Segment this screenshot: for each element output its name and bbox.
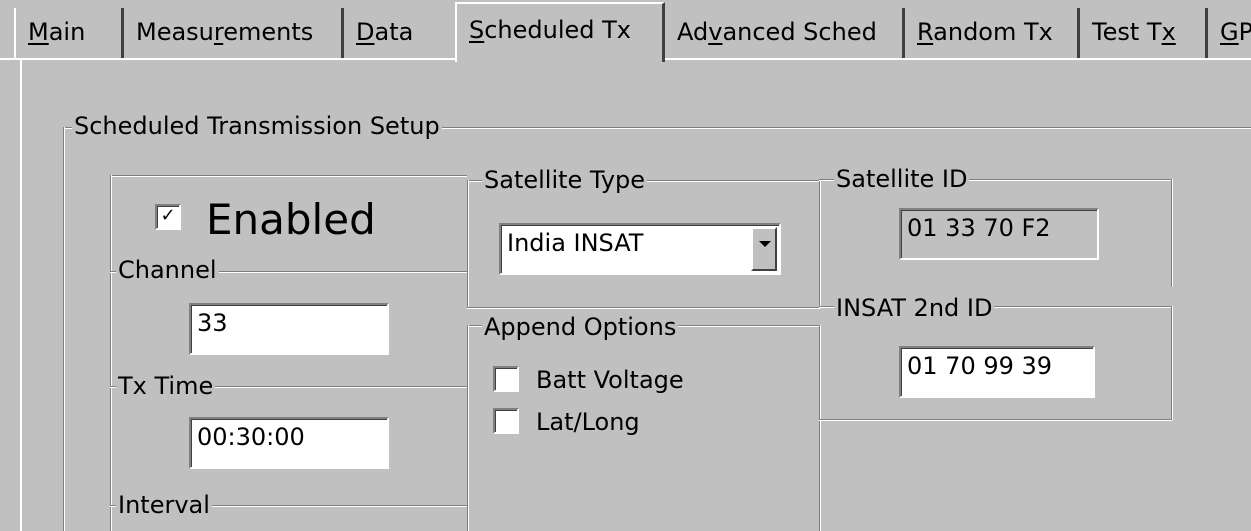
append-options-title: Append Options (482, 313, 679, 341)
tx-time-input[interactable]: 00:30:00 (189, 417, 389, 469)
insat-group-right (1171, 306, 1172, 420)
tab-baseline (0, 58, 460, 60)
channel-title: Channel (116, 256, 219, 284)
page-edge (20, 60, 22, 531)
tab-scheduled-tx[interactable]: Scheduled Tx (455, 2, 665, 62)
enabled-label: Enabled (206, 195, 376, 244)
insat-2nd-id-title: INSAT 2nd ID (834, 294, 995, 322)
tab-advanced-sched[interactable]: Advanced Sched (665, 8, 905, 58)
enabled-checkbox[interactable]: ✓ (155, 204, 181, 230)
sat-type-title: Satellite Type (482, 166, 648, 194)
channel-input[interactable]: 33 (189, 303, 389, 355)
satellite-id-field: 01 33 70 F2 (899, 208, 1099, 260)
tx-time-title: Tx Time (116, 372, 216, 400)
sat-type-group-left (467, 180, 468, 308)
insat-2nd-id-input[interactable]: 01 70 99 39 (899, 346, 1095, 398)
insat-group-bottom (819, 419, 1172, 420)
setup-group-title: Scheduled Transmission Setup (72, 112, 442, 140)
batt-voltage-label: Batt Voltage (536, 366, 684, 394)
sat-type-group-bottom (467, 307, 820, 308)
tab-gps[interactable]: GP (1208, 8, 1251, 58)
left-box-left (110, 175, 111, 531)
setup-group-left (63, 127, 64, 531)
tab-main[interactable]: Main (14, 8, 124, 58)
tab-random-tx[interactable]: Random Tx (905, 8, 1080, 58)
tab-test-tx[interactable]: Test Tx (1080, 8, 1208, 58)
chevron-down-icon[interactable] (751, 227, 777, 271)
tab-bar: Main Measurements Data Scheduled Tx Adva… (0, 0, 1251, 62)
sat-id-group-right (1171, 179, 1172, 287)
lat-long-checkbox[interactable] (493, 408, 519, 434)
tab-measurements[interactable]: Measurements (124, 8, 344, 58)
lat-long-label: Lat/Long (536, 408, 640, 436)
tab-data[interactable]: Data (344, 8, 460, 58)
satellite-type-select[interactable]: India INSAT (499, 223, 781, 275)
interval-title: Interval (116, 491, 212, 519)
satellite-type-value: India INSAT (507, 229, 644, 257)
satellite-id-title: Satellite ID (834, 165, 970, 193)
tab-baseline (660, 58, 1251, 60)
append-group-left (467, 325, 468, 531)
left-box-top (110, 175, 467, 176)
batt-voltage-checkbox[interactable] (493, 366, 519, 392)
append-group-right (819, 325, 820, 531)
sat-type-group-right (819, 180, 820, 308)
